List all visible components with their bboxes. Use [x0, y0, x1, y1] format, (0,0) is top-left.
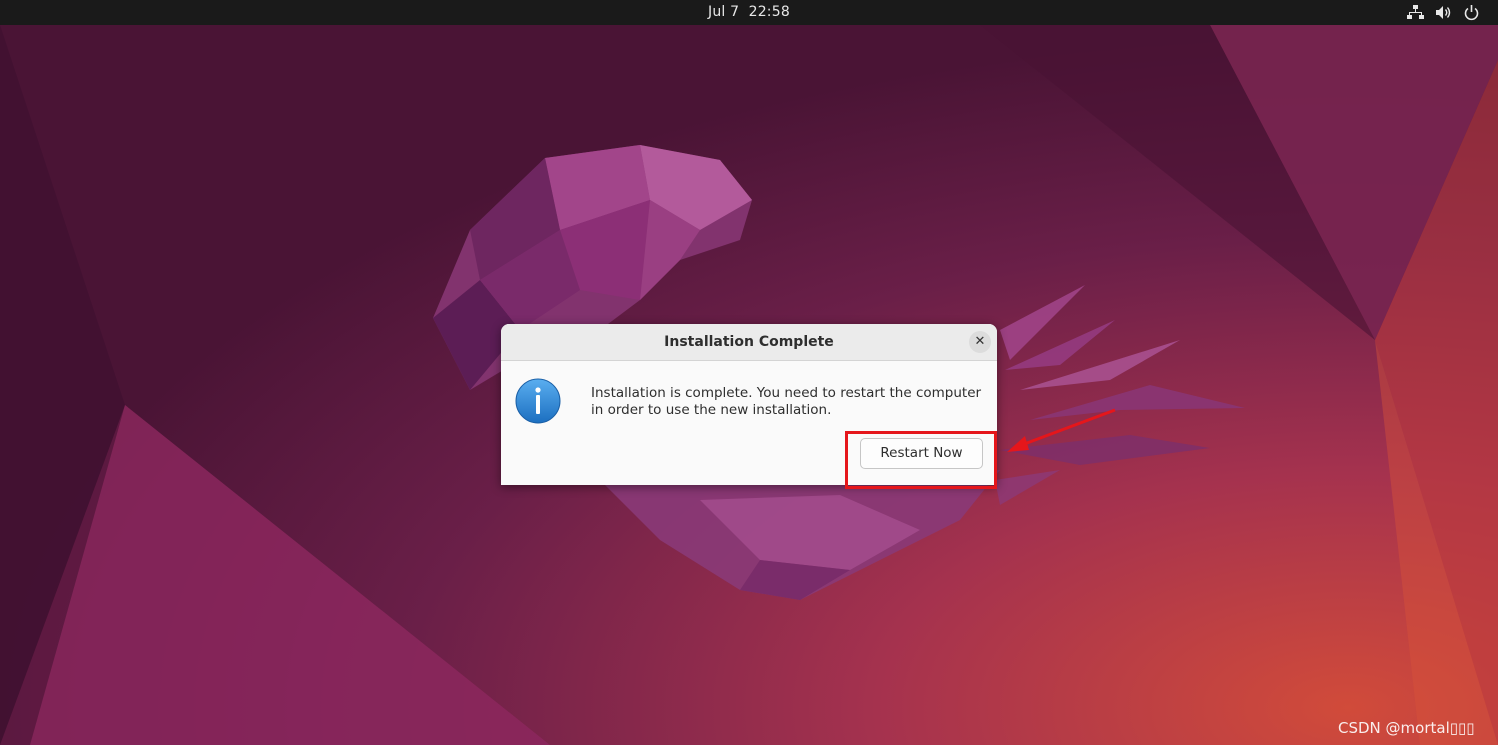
message-line-1: Installation is complete. You need to re…: [591, 385, 982, 401]
clock-time: 22:58: [748, 4, 790, 20]
restart-now-button[interactable]: Restart Now: [860, 438, 983, 469]
clock-date: Jul 7: [708, 4, 740, 20]
close-icon: ✕: [974, 334, 986, 349]
dialog-title: Installation Complete: [664, 334, 834, 350]
watermark: CSDN @mortal▯▯▯: [1338, 719, 1475, 737]
dialog-header: Installation Complete ✕: [501, 324, 997, 361]
volume-icon[interactable]: [1435, 4, 1452, 21]
desktop: Jul 7 22:58 Installation Complete ✕ Inst…: [0, 0, 1498, 745]
info-icon: [515, 378, 561, 424]
network-icon[interactable]: [1407, 4, 1424, 21]
installation-complete-dialog: Installation Complete ✕ Installation is …: [501, 324, 997, 485]
clock[interactable]: Jul 7 22:58: [0, 4, 1498, 20]
top-bar: Jul 7 22:58: [0, 0, 1498, 25]
dialog-message: Installation is complete. You need to re…: [591, 385, 991, 419]
power-icon[interactable]: [1463, 4, 1480, 21]
message-line-2: in order to use the new installation.: [591, 402, 832, 418]
close-button[interactable]: ✕: [969, 331, 991, 353]
